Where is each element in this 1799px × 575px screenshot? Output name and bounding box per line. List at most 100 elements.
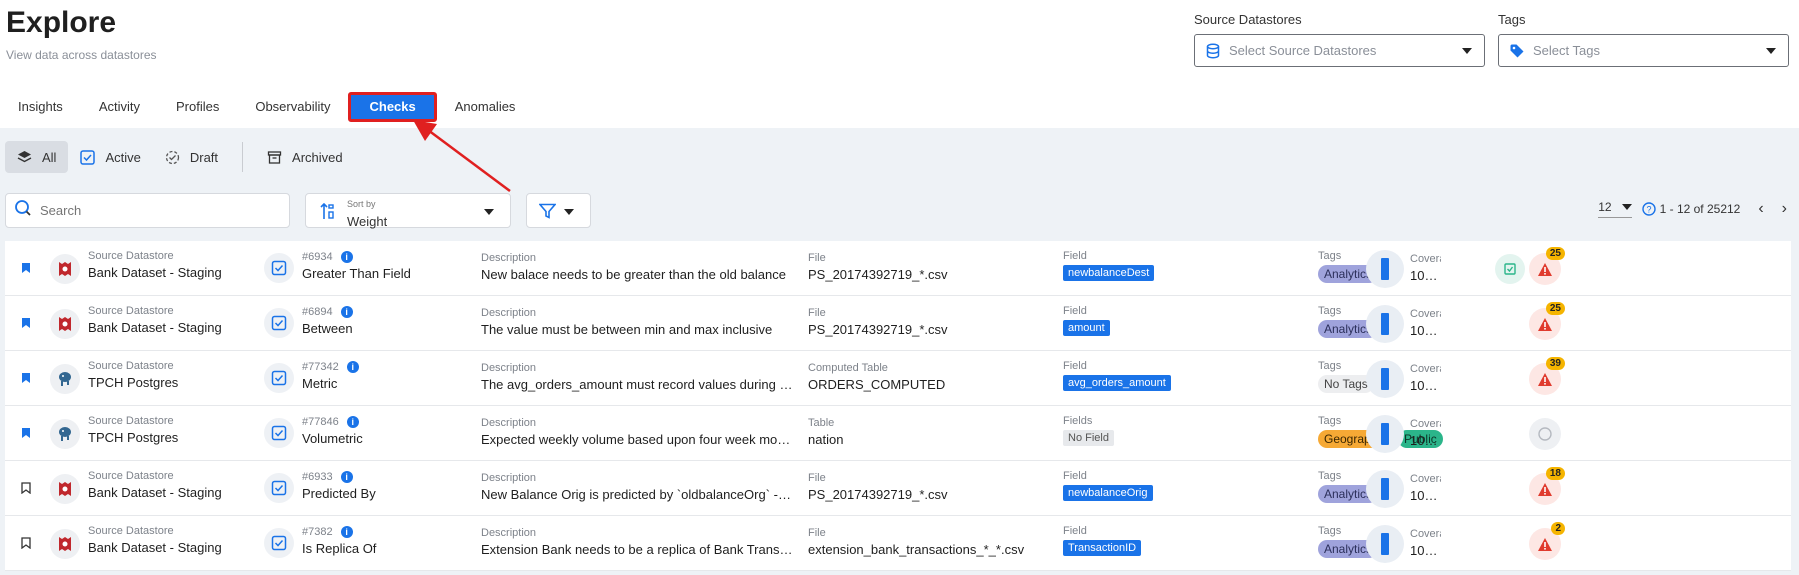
check-id: #77342 — [302, 361, 339, 373]
container-name: nation — [808, 432, 844, 447]
container-name: PS_20174392719_*.csv — [808, 267, 948, 282]
tab-activity[interactable]: Activity — [81, 92, 158, 122]
chevron-down-icon — [484, 209, 494, 215]
datastore-name[interactable]: TPCH Postgres — [88, 375, 248, 390]
anomaly-indicator[interactable]: 25 — [1529, 302, 1565, 340]
coverage-icon — [1366, 415, 1404, 453]
datastore-name[interactable]: TPCH Postgres — [88, 430, 248, 445]
datastore-name[interactable]: Bank Dataset - Staging — [88, 540, 248, 555]
check-type[interactable]: Metric — [302, 376, 462, 391]
sort-select[interactable]: Sort by Weight — [305, 193, 511, 229]
status-filter-bar: All Active Draft Archived — [5, 141, 355, 173]
tags-select[interactable]: Select Tags — [1498, 34, 1789, 67]
check-type[interactable]: Is Replica Of — [302, 541, 462, 556]
field-chip: No Field — [1063, 430, 1114, 446]
anomaly-indicator[interactable]: 39 — [1529, 357, 1565, 395]
info-icon[interactable]: i — [340, 306, 353, 319]
help-icon[interactable]: ? — [1641, 202, 1656, 216]
table-row[interactable]: Source Datastore Bank Dataset - Staging #6… — [5, 241, 1791, 296]
next-page-icon[interactable]: › — [1782, 200, 1787, 218]
bank-datastore-icon — [50, 529, 80, 559]
pagination: 12 ? 1 - 12 of 25212 ‹ › — [1598, 200, 1787, 218]
source-datastores-label: Source Datastores — [1194, 12, 1302, 27]
check-id: #6894 — [302, 306, 333, 318]
table-row[interactable]: Source Datastore TPCH Postgres #77342 i Metr… — [5, 351, 1791, 406]
prev-page-icon[interactable]: ‹ — [1758, 200, 1763, 218]
anomaly-indicator[interactable]: 2 — [1529, 522, 1565, 560]
info-icon[interactable]: i — [340, 471, 353, 484]
tab-checks[interactable]: Checks — [348, 92, 437, 122]
sort-label: Sort by — [347, 199, 376, 209]
table-row[interactable]: Source Datastore Bank Dataset - Staging #7… — [5, 516, 1791, 571]
anomaly-indicator[interactable]: 25 — [1529, 247, 1565, 285]
table-row[interactable]: Source Datastore Bank Dataset - Staging #6… — [5, 461, 1791, 516]
filter-active-button[interactable]: Active — [68, 141, 152, 173]
search-input[interactable] — [40, 203, 280, 218]
info-icon[interactable]: i — [346, 416, 359, 429]
bookmark-icon[interactable] — [21, 481, 31, 499]
datastore-name[interactable]: Bank Dataset - Staging — [88, 485, 248, 500]
check-type[interactable]: Volumetric — [302, 431, 462, 446]
field-chip: avg_orders_amount — [1063, 375, 1171, 391]
description-label: Description — [481, 362, 537, 374]
filter-draft-button[interactable]: Draft — [153, 141, 230, 173]
archive-icon — [267, 150, 282, 165]
coverage-label: Coverage — [1410, 308, 1441, 320]
database-icon — [1205, 43, 1221, 59]
no-anomaly-indicator[interactable] — [1529, 418, 1561, 450]
postgres-datastore-icon — [50, 419, 80, 449]
tab-profiles[interactable]: Profiles — [158, 92, 237, 122]
coverage-icon — [1366, 525, 1404, 563]
table-row[interactable]: Source Datastore TPCH Postgres #77846 i Volu… — [5, 406, 1791, 461]
source-datastores-select[interactable]: Select Source Datastores — [1194, 34, 1485, 67]
bank-datastore-icon — [50, 254, 80, 284]
coverage-label: Coverage — [1410, 528, 1441, 540]
tab-observability[interactable]: Observability — [237, 92, 348, 122]
check-status-icon — [264, 473, 294, 503]
bookmark-icon[interactable] — [21, 316, 31, 334]
bookmark-icon[interactable] — [21, 426, 31, 444]
field-chip: TransactionID — [1063, 540, 1142, 556]
check-type[interactable]: Between — [302, 321, 462, 336]
coverage-value: 100% — [1410, 543, 1441, 558]
datastore-name[interactable]: Bank Dataset - Staging — [88, 320, 248, 335]
check-type[interactable]: Predicted By — [302, 486, 462, 501]
bookmark-icon[interactable] — [21, 371, 31, 389]
container-label: File — [808, 252, 826, 264]
filter-button[interactable] — [526, 193, 591, 228]
tab-insights[interactable]: Insights — [0, 92, 81, 122]
tags-label: Tags — [1498, 12, 1526, 27]
check-type[interactable]: Greater Than Field — [302, 266, 462, 281]
anomaly-count-badge: 2 — [1551, 522, 1565, 535]
info-icon[interactable]: i — [340, 251, 353, 264]
anomaly-indicator[interactable]: 18 — [1529, 467, 1565, 505]
container-label: Computed Table — [808, 362, 888, 374]
chevron-down-icon — [1766, 48, 1776, 54]
filter-archived-button[interactable]: Archived — [255, 141, 355, 173]
coverage-value: 100% — [1410, 323, 1441, 338]
container-label: File — [808, 472, 826, 484]
datastore-label: Source Datastore — [88, 525, 174, 537]
datastore-name[interactable]: Bank Dataset - Staging — [88, 265, 248, 280]
page-size-value: 12 — [1598, 200, 1612, 214]
anomaly-count-badge: 25 — [1545, 247, 1565, 260]
container-label: File — [808, 307, 826, 319]
page-size-select[interactable]: 12 — [1598, 200, 1632, 218]
filter-all-button[interactable]: All — [5, 141, 69, 173]
info-icon[interactable]: i — [346, 361, 359, 374]
bank-datastore-icon — [50, 474, 80, 504]
check-id: #7382 — [302, 526, 333, 538]
postgres-datastore-icon — [50, 364, 80, 394]
description-label: Description — [481, 252, 537, 264]
bookmark-icon[interactable] — [21, 261, 31, 279]
table-row[interactable]: Source Datastore Bank Dataset - Staging #6… — [5, 296, 1791, 351]
bookmark-icon[interactable] — [21, 536, 31, 554]
draft-icon — [165, 150, 180, 165]
source-datastores-placeholder: Select Source Datastores — [1229, 43, 1377, 58]
tab-anomalies[interactable]: Anomalies — [437, 92, 534, 122]
check-description: New balace needs to be greater than the … — [481, 267, 786, 282]
archive-button[interactable] — [1495, 254, 1525, 284]
info-icon[interactable]: i — [340, 526, 353, 539]
explore-page: Explore View data across datastores Sour… — [0, 0, 1799, 575]
warning-icon — [1538, 262, 1552, 276]
